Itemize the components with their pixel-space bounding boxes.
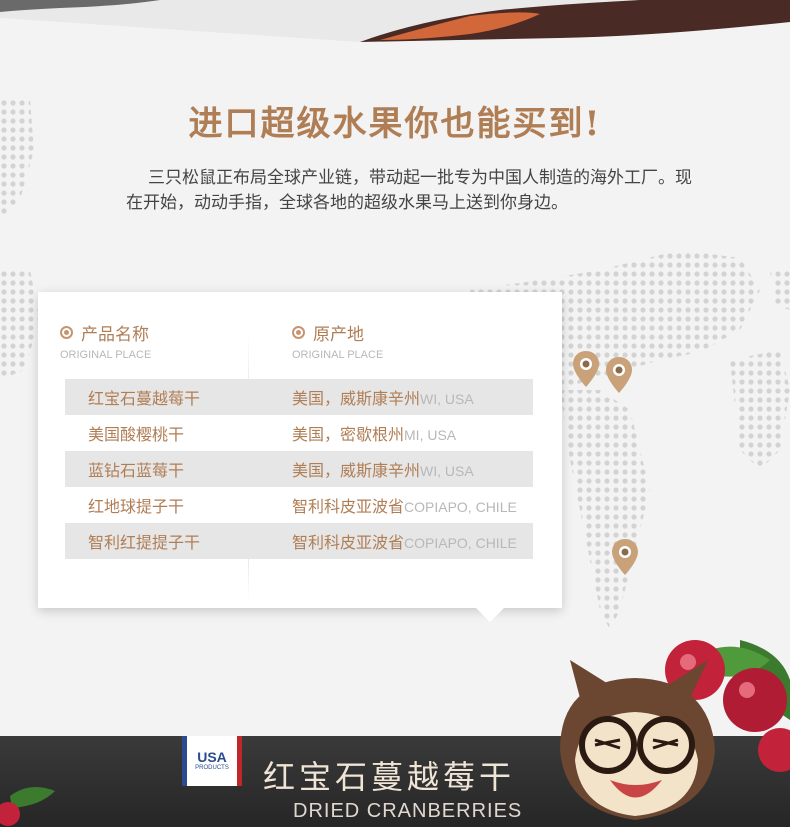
origin-table: 红宝石蔓越莓干 美国，威斯康辛州WI, USA 美国酸樱桃干 美国，密歇根州MI… xyxy=(65,379,533,559)
location-pin-icon xyxy=(606,357,632,393)
location-pin-icon xyxy=(612,539,638,575)
origin-place: 智利科皮亚波省COPIAPO, CHILE xyxy=(292,497,517,516)
bullet-circle-icon xyxy=(292,326,305,339)
table-row: 美国酸樱桃干 美国，密歇根州MI, USA xyxy=(65,415,533,451)
origin-place: 美国，威斯康辛州WI, USA xyxy=(292,389,474,408)
banner-title: 红宝石蔓越莓干 xyxy=(263,758,516,796)
bullet-circle-icon xyxy=(60,326,73,339)
column-header-product: 产品名称 ORIGINAL PLACE xyxy=(60,320,151,361)
squirrel-mascot xyxy=(560,640,790,820)
table-row: 智利红提提子干 智利科皮亚波省COPIAPO, CHILE xyxy=(65,523,533,559)
origin-place: 美国，威斯康辛州WI, USA xyxy=(292,461,474,480)
top-decoration xyxy=(0,0,790,42)
usa-products-badge: USA PRODUCTS xyxy=(182,736,242,786)
column-title-product: 产品名称 xyxy=(81,325,149,345)
location-pin-icon xyxy=(573,351,599,387)
card-tail xyxy=(476,608,504,622)
column-title-origin: 原产地 xyxy=(313,325,364,345)
product-name: 蓝钻石蓝莓干 xyxy=(88,461,185,480)
table-row: 蓝钻石蓝莓干 美国，威斯康辛州WI, USA xyxy=(65,451,533,487)
badge-sub-text: PRODUCTS xyxy=(195,765,229,771)
column-subtitle-origin: ORIGINAL PLACE xyxy=(292,349,384,361)
column-subtitle-product: ORIGINAL PLACE xyxy=(60,349,152,361)
product-name: 智利红提提子干 xyxy=(88,533,201,552)
origin-place: 智利科皮亚波省COPIAPO, CHILE xyxy=(292,533,517,552)
product-name: 红地球提子干 xyxy=(88,497,185,516)
table-row: 红地球提子干 智利科皮亚波省COPIAPO, CHILE xyxy=(65,487,533,523)
badge-main-text: USA xyxy=(197,749,227,765)
cranberry-illustration xyxy=(0,787,55,826)
product-name: 美国酸樱桃干 xyxy=(88,425,185,444)
table-row: 红宝石蔓越莓干 美国，威斯康辛州WI, USA xyxy=(65,379,533,415)
banner-subtitle: DRIED CRANBERRIES xyxy=(293,800,523,822)
product-name: 红宝石蔓越莓干 xyxy=(88,389,201,408)
origin-place: 美国，密歇根州MI, USA xyxy=(292,425,457,444)
column-header-origin: 原产地 ORIGINAL PLACE xyxy=(292,320,383,361)
